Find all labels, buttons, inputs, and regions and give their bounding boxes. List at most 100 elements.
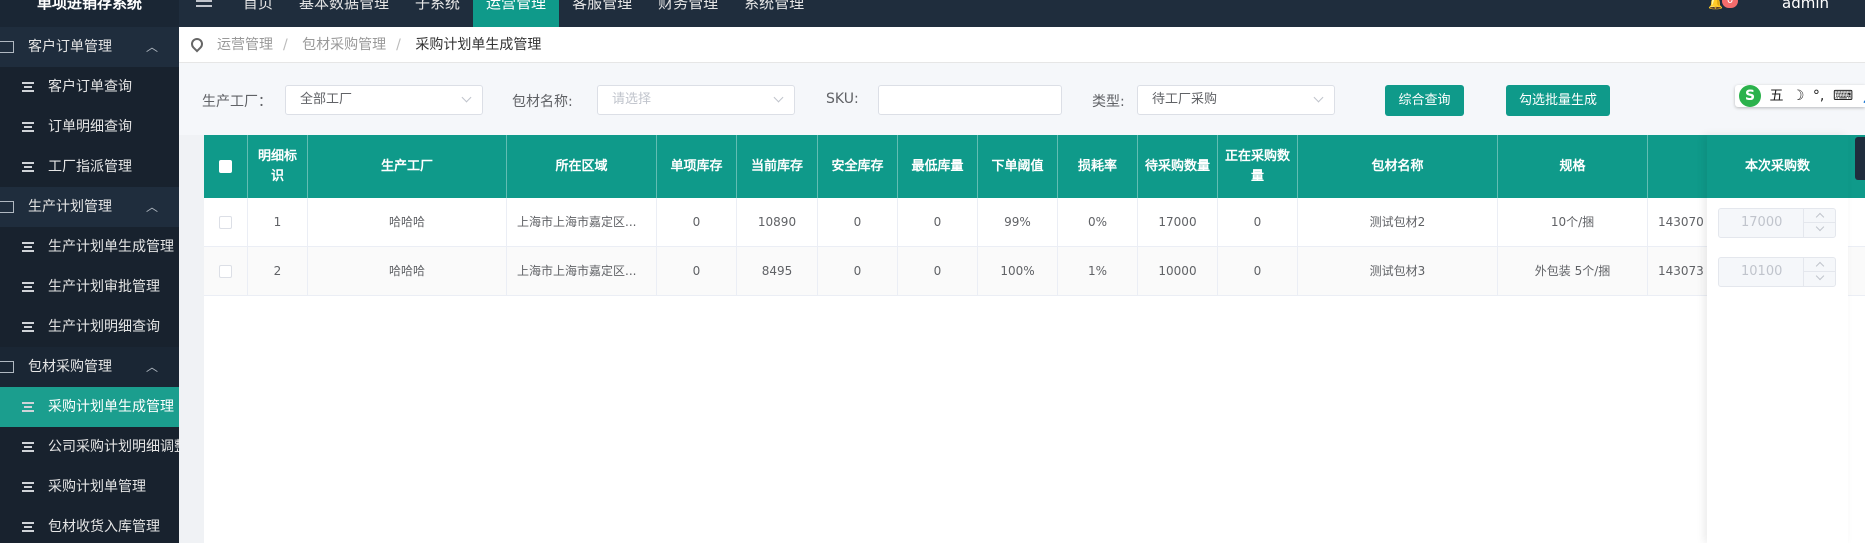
cell-region: 上海市上海市嘉定区... [507,198,657,247]
sidebar-group-production-plan[interactable]: 生产计划管理 ︿ [0,187,179,227]
punctuation-icon[interactable]: °, [1813,85,1824,107]
location-icon [188,35,206,53]
cell-threshold: 100% [978,247,1058,296]
chevron-down-icon [461,92,472,103]
sku-label: SKU: [826,91,859,107]
row-checkbox[interactable] [219,265,232,278]
hamburger-icon[interactable] [196,0,212,10]
cell-current-stock: 8495 [737,247,818,296]
nav-finance[interactable]: 财务管理 [645,0,731,27]
sidebar-group-packaging-purchase[interactable]: 包材采购管理 ︿ [0,347,179,387]
type-label: 类型: [1092,94,1125,110]
nav-operations[interactable]: 运营管理 [473,0,560,27]
purchase-qty-input[interactable]: 10100 [1718,257,1836,287]
sidebar-item-order-query[interactable]: 客户订单查询 [0,67,179,107]
cell-safety-stock: 0 [818,247,898,296]
factory-select[interactable]: 全部工厂 [285,85,483,115]
col-threshold: 下单阈值 [978,135,1058,198]
sidebar: 客户订单管理 ︿ 客户订单查询 订单明细查询 工厂指派管理 生产计划管理 ︿ 生… [0,27,179,543]
folder-icon [0,41,14,53]
factory-label: 生产工厂： [202,94,272,110]
cell-factory: 哈哈哈 [308,198,507,247]
col-material: 包材名称 [1298,135,1498,198]
chevron-down-icon [1313,92,1324,103]
nav-customer-service[interactable]: 客服管理 [559,0,645,27]
batch-generate-button[interactable]: 勾选批量生成 [1506,85,1610,116]
sidebar-item-factory-assign[interactable]: 工厂指派管理 [0,147,179,187]
type-select[interactable]: 待工厂采购 [1137,85,1335,115]
col-purchase-qty: 本次采购数 [1707,135,1848,198]
cell-region: 上海市上海市嘉定区... [507,247,657,296]
table-row[interactable]: 2 哈哈哈 上海市上海市嘉定区... 0 8495 0 0 100% 1% 10… [204,247,1865,296]
menu-icon [22,322,34,332]
cell-material: 测试包材3 [1298,247,1498,296]
menu-icon [22,442,34,452]
sidebar-item-order-detail[interactable]: 订单明细查询 [0,107,179,147]
cell-spec: 10个/捆 [1498,198,1648,247]
sidebar-item-plan-approve[interactable]: 生产计划审批管理 [0,267,179,307]
top-bar: 单项进销存系统 首页 基本数据管理 子系统 运营管理 客服管理 财务管理 系统管… [0,0,1865,27]
breadcrumb-packaging[interactable]: 包材采购管理 [302,37,386,53]
purchase-table: 明细标识 生产工厂 所在区域 单项库存 当前库存 安全库存 最低库量 下单阈值 … [204,135,1865,543]
decrement-button[interactable] [1803,223,1835,237]
nav-basic-data[interactable]: 基本数据管理 [286,0,402,27]
cell-loss-rate: 1% [1058,247,1138,296]
ime-toolbar[interactable]: S 五 ☽ °, ⌨ 👤 [1735,85,1865,107]
ime-mode[interactable]: 五 [1769,85,1783,107]
sidebar-item-plan-detail[interactable]: 生产计划明细查询 [0,307,179,347]
menu-icon [22,162,34,172]
moon-icon[interactable]: ☽ [1792,85,1805,107]
decrement-button[interactable] [1803,272,1835,286]
cell-pending-qty: 10000 [1138,247,1218,296]
search-button[interactable]: 综合查询 [1385,85,1464,116]
increment-button[interactable] [1803,258,1835,272]
cell-purchasing-qty: 0 [1218,198,1298,247]
table-row[interactable]: 1 哈哈哈 上海市上海市嘉定区... 0 10890 0 0 99% 0% 17… [204,198,1865,247]
row-checkbox[interactable] [219,216,232,229]
menu-icon [22,82,34,92]
nav-subsystem[interactable]: 子系统 [402,0,473,27]
menu-icon [22,482,34,492]
col-current-stock: 当前库存 [737,135,818,198]
sidebar-item-plan-generate[interactable]: 生产计划单生成管理 [0,227,179,267]
menu-icon [22,402,34,412]
filter-bar: 生产工厂： 全部工厂 包材名称: 请选择 SKU: 类型: 待工厂采购 综合查询… [179,63,1865,135]
user-icon[interactable]: 👤 [1862,85,1865,107]
sku-input[interactable] [878,85,1062,115]
notification-badge: 0 [1722,0,1738,8]
increment-button[interactable] [1803,209,1835,223]
sidebar-group-customer-orders[interactable]: 客户订单管理 ︿ [0,27,179,67]
cell-id: 1 [248,198,308,247]
nav-system[interactable]: 系统管理 [731,0,817,27]
menu-icon [22,242,34,252]
col-spec: 规格 [1498,135,1648,198]
menu-icon [22,122,34,132]
table-header: 明细标识 生产工厂 所在区域 单项库存 当前库存 安全库存 最低库量 下单阈值 … [204,135,1865,198]
scroll-handle[interactable] [1855,137,1865,180]
select-all-checkbox[interactable] [219,160,232,173]
sogou-logo: S [1739,85,1761,107]
material-select[interactable]: 请选择 [597,85,795,115]
cell-single-stock: 0 [657,247,737,296]
nav-home[interactable]: 首页 [230,0,286,27]
top-nav: 首页 基本数据管理 子系统 运营管理 客服管理 财务管理 系统管理 [230,0,817,27]
sidebar-item-receiving[interactable]: 包材收货入库管理 [0,507,179,543]
chevron-up-icon: ︿ [146,200,159,214]
cell-factory: 哈哈哈 [308,247,507,296]
cell-safety-stock: 0 [818,198,898,247]
purchase-qty-input[interactable]: 17000 [1718,208,1836,238]
cell-material: 测试包材2 [1298,198,1498,247]
cell-threshold: 99% [978,198,1058,247]
user-menu[interactable]: admin [1782,0,1829,11]
keyboard-icon[interactable]: ⌨ [1833,85,1853,107]
chevron-up-icon: ︿ [146,360,159,374]
col-pending-qty: 待采购数量 [1138,135,1218,198]
col-purchasing-qty: 正在采购数量 [1218,135,1298,198]
col-factory: 生产工厂 [308,135,507,198]
sidebar-item-purchase-adjust[interactable]: 公司采购计划明细调整 [0,427,179,467]
chevron-down-icon [773,92,784,103]
sidebar-item-purchase-generate[interactable]: 采购计划单生成管理 [0,387,179,427]
app-title: 单项进销存系统 [0,0,179,27]
breadcrumb-operations[interactable]: 运营管理 [217,37,273,53]
sidebar-item-purchase-manage[interactable]: 采购计划单管理 [0,467,179,507]
